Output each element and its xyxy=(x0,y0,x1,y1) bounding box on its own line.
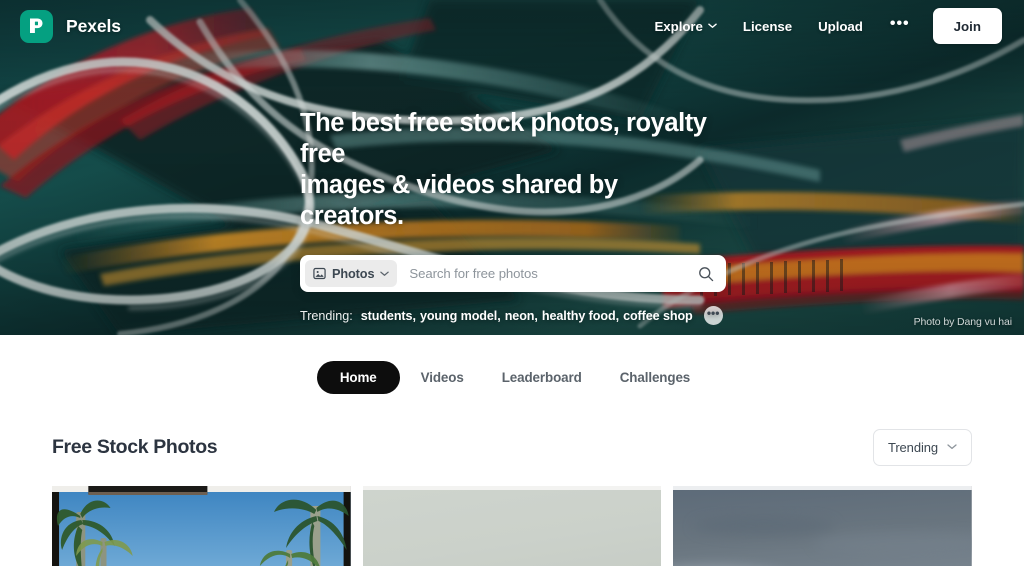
trending-links: students, young model, neon, healthy foo… xyxy=(360,308,693,323)
trending-term-neon[interactable]: neon xyxy=(505,309,535,323)
photo-thumbnail-plain-sage xyxy=(362,486,662,566)
nav-item-license[interactable]: License xyxy=(730,11,805,42)
tab-challenges[interactable]: Challenges xyxy=(603,361,707,394)
chevron-down-icon xyxy=(708,23,717,28)
tab-home[interactable]: Home xyxy=(316,360,400,394)
search-input[interactable] xyxy=(397,266,692,281)
headline-line-1: The best free stock photos, royalty free xyxy=(300,109,707,168)
photo-grid xyxy=(0,475,1024,566)
nav-item-upload-label: Upload xyxy=(818,18,863,34)
brand-home-link[interactable]: Pexels xyxy=(20,9,121,43)
search-bar: Photos xyxy=(300,255,726,292)
photo-thumbnail-overcast-sky xyxy=(673,486,973,566)
join-button[interactable]: Join xyxy=(932,8,1002,44)
trending-more-button[interactable]: ••• xyxy=(703,306,723,325)
photo-card[interactable] xyxy=(362,486,662,566)
trending-label: Trending: xyxy=(300,308,353,323)
pexels-homepage: Pexels Explore License Upload ••• Join T… xyxy=(0,0,1024,566)
nav-item-license-label: License xyxy=(742,18,793,34)
chevron-down-icon xyxy=(380,271,390,276)
search-submit-button[interactable] xyxy=(692,260,720,288)
search-type-label: Photos xyxy=(332,266,375,281)
nav-links-group: Explore License Upload ••• Join xyxy=(641,8,1002,44)
sort-dropdown[interactable]: Trending xyxy=(872,428,972,466)
hero-banner: Pexels Explore License Upload ••• Join T… xyxy=(0,0,1024,335)
photo-card[interactable] xyxy=(673,486,973,566)
headline-line-2: images & videos shared by creators. xyxy=(300,171,618,230)
photo-thumbnail-palm-trees xyxy=(52,486,351,566)
trending-term-healthy-food[interactable]: healthy food xyxy=(542,309,616,323)
section-title: Free Stock Photos xyxy=(52,435,218,458)
sort-dropdown-label: Trending xyxy=(887,439,938,455)
page-headline: The best free stock photos, royalty free… xyxy=(300,108,726,232)
pexels-logo-icon xyxy=(20,9,53,43)
photo-frame-icon xyxy=(313,267,326,280)
tab-leaderboard[interactable]: Leaderboard xyxy=(485,361,599,394)
trending-term-coffee-shop[interactable]: coffee shop xyxy=(623,309,693,323)
trending-term-students[interactable]: students xyxy=(361,309,413,323)
section-header: Free Stock Photos Trending xyxy=(0,419,1024,475)
hero-content: The best free stock photos, royalty free… xyxy=(300,108,726,325)
trending-term-young-model[interactable]: young model xyxy=(420,309,497,323)
more-menu-icon[interactable]: ••• xyxy=(876,14,924,38)
nav-item-upload[interactable]: Upload xyxy=(805,11,876,42)
tab-videos[interactable]: Videos xyxy=(404,361,481,394)
search-icon xyxy=(699,266,714,281)
content-tabs: Home Videos Leaderboard Challenges xyxy=(0,335,1024,419)
photo-card[interactable] xyxy=(52,486,351,566)
chevron-down-icon xyxy=(947,444,957,450)
nav-item-explore[interactable]: Explore xyxy=(641,11,729,42)
search-type-selector[interactable]: Photos xyxy=(305,260,398,287)
nav-item-explore-label: Explore xyxy=(654,18,703,34)
trending-searches: Trending: students, young model, neon, h… xyxy=(300,306,726,325)
hero-photo-credit: Photo by Dang vu hai xyxy=(913,316,1013,328)
brand-name: Pexels xyxy=(66,15,121,36)
top-navigation-bar: Pexels Explore License Upload ••• Join xyxy=(0,0,1024,52)
